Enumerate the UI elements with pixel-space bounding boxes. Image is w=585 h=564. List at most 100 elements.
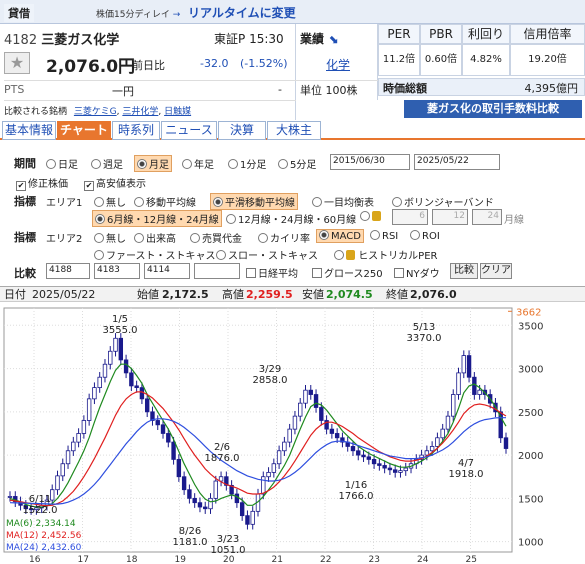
candle-body <box>108 350 113 365</box>
annotation-value: 1181.0 <box>173 537 208 548</box>
area2-none[interactable]: 無し <box>94 230 126 245</box>
y-tick-label: 3000 <box>518 365 543 376</box>
area2-roi[interactable]: ROI <box>410 230 440 242</box>
ma-input-2[interactable]: 12 <box>432 209 468 225</box>
compare-link-1[interactable]: 三菱ケミG <box>74 107 117 117</box>
checkbox-icon <box>312 268 322 278</box>
ma-set-custom[interactable] <box>360 211 381 223</box>
period-day[interactable]: 日足 <box>46 156 78 171</box>
area1-ichimoku[interactable]: 一目均衡表 <box>312 194 374 209</box>
y-tick-label: 1500 <box>518 494 543 505</box>
x-tick-label: 21 <box>272 555 283 564</box>
compare-input-3[interactable]: 4114 <box>144 263 190 279</box>
area2-turnover[interactable]: 売買代金 <box>190 230 242 245</box>
annotation-value: 1876.0 <box>205 453 240 464</box>
candle-body <box>81 420 87 434</box>
area2-divergence[interactable]: カイリ率 <box>258 230 310 245</box>
compare-input-1[interactable]: 4188 <box>46 263 90 279</box>
radio-icon <box>410 230 420 240</box>
price-chart[interactable]: 1000 1500 2000 2500 3000 3500 16 17 18 19 20 21 22 23… <box>0 302 585 564</box>
margin-badge: 貸借 <box>4 4 34 22</box>
x-tick-label: 16 <box>29 555 41 564</box>
tab-bar: 基本情報 チャート 時系列 ニュース 決算 大株主 <box>0 120 585 140</box>
candle-body <box>303 389 308 404</box>
period-month[interactable]: 月足 <box>134 155 172 172</box>
compare-nikkei[interactable]: 日経平均 <box>246 265 298 280</box>
tab-shareholders[interactable]: 大株主 <box>267 121 321 140</box>
adjust-price-checkbox[interactable]: ✔ 修正株価 <box>16 175 68 191</box>
favorite-star-icon[interactable]: ★ <box>4 52 30 74</box>
trade-unit: 単位 100株 <box>300 84 358 97</box>
area2-turnover-label: 売買代金 <box>202 234 242 245</box>
tab-chart[interactable]: チャート <box>57 121 111 140</box>
high-marker-label: 3662 <box>516 307 541 318</box>
area1-bollinger[interactable]: ボリンジャーバンド <box>392 194 494 209</box>
yield-label: 利回り <box>462 24 510 44</box>
area2-hist-per[interactable]: ヒストリカルPER <box>334 247 437 262</box>
area2-fast-stoch[interactable]: ファースト・ストキャス <box>94 247 216 262</box>
area2-macd[interactable]: MACD <box>316 229 364 243</box>
area1-none[interactable]: 無し <box>94 194 126 209</box>
compare-button[interactable]: 比較 <box>450 263 478 279</box>
compare-input-2[interactable]: 4183 <box>94 263 140 279</box>
open-label: 始値 <box>137 288 159 301</box>
annotation-value: 1051.0 <box>211 545 246 556</box>
candle-body <box>445 415 451 430</box>
period-week-label: 週足 <box>103 160 123 171</box>
ma-input-1[interactable]: 6 <box>392 209 428 225</box>
realtime-link[interactable]: リアルタイムに変更 <box>188 4 296 21</box>
pts-label: PTS <box>4 83 25 96</box>
date-to-input[interactable]: 2025/05/22 <box>414 154 500 170</box>
candle-body <box>261 476 266 495</box>
tab-earnings[interactable]: 決算 <box>218 121 266 140</box>
compare-nydow[interactable]: NYダウ <box>394 265 440 280</box>
area1-smooth-ma[interactable]: 平滑移動平均線 <box>210 193 298 210</box>
stock-code: 4182 <box>4 33 38 48</box>
period-5min[interactable]: 5分足 <box>278 156 316 171</box>
tab-basic[interactable]: 基本情報 <box>2 121 56 140</box>
compare-link-2[interactable]: 三井化学 <box>122 107 158 117</box>
candle-body <box>313 394 319 408</box>
lock-icon <box>346 250 355 260</box>
compare-input-4[interactable] <box>194 263 240 279</box>
fee-compare-banner[interactable]: 菱ガス化の取引手数料比較 <box>404 100 582 118</box>
compare-link-3[interactable]: 日触媒 <box>164 107 191 117</box>
period-1min[interactable]: 1分足 <box>228 156 266 171</box>
area2-rsi[interactable]: RSI <box>370 230 398 242</box>
candle-body <box>287 428 292 443</box>
sector-link[interactable]: 化学 <box>326 56 350 73</box>
period-year[interactable]: 年足 <box>182 156 214 171</box>
compare-label: 比較 <box>14 267 36 280</box>
pts-value: 一円 <box>112 85 134 98</box>
period-year-label: 年足 <box>194 160 214 171</box>
candle-body <box>472 376 477 395</box>
compare-growth250[interactable]: グロース250 <box>312 265 383 280</box>
annotation-date: 3/29 <box>259 364 281 375</box>
ma-set-6-12-24[interactable]: 6月線・12月線・24月線 <box>92 210 222 227</box>
candle-body <box>371 459 377 465</box>
ma-input-3[interactable]: 24 <box>472 209 502 225</box>
y-tick-label: 1000 <box>518 538 543 549</box>
tab-news[interactable]: ニュース <box>161 121 217 140</box>
area2-volume[interactable]: 出来高 <box>134 230 176 245</box>
date-from-input[interactable]: 2015/06/30 <box>330 154 410 170</box>
annotation-date: 8/26 <box>179 526 201 537</box>
candle-body <box>429 446 435 452</box>
candle-body <box>282 441 287 452</box>
period-week[interactable]: 週足 <box>91 156 123 171</box>
ma-set-12-24-60[interactable]: 12月線・24月線・60月線 <box>226 211 356 226</box>
clear-button[interactable]: クリア <box>480 263 512 279</box>
radio-icon <box>134 197 144 207</box>
radio-icon <box>370 230 380 240</box>
radio-icon <box>360 211 370 221</box>
area1-ma[interactable]: 移動平均線 <box>134 194 196 209</box>
highlow-checkbox[interactable]: ✔ 高安値表示 <box>84 175 146 191</box>
area2-fast-stoch-label: ファースト・ストキャス <box>106 251 216 262</box>
ma-set-12-24-60-label: 12月線・24月線・60月線 <box>238 215 357 226</box>
ohlc-bar: 日付 2025/05/22 始値 2,172.5 高値 2,259.5 安値 2… <box>0 286 585 302</box>
area2-slow-stoch[interactable]: スロー・ストキャス <box>216 247 318 262</box>
tab-timeseries[interactable]: 時系列 <box>112 121 160 140</box>
candle-body <box>377 463 382 466</box>
trend-arrow-icon: ⬊ <box>328 32 339 46</box>
candle-body <box>451 394 456 417</box>
